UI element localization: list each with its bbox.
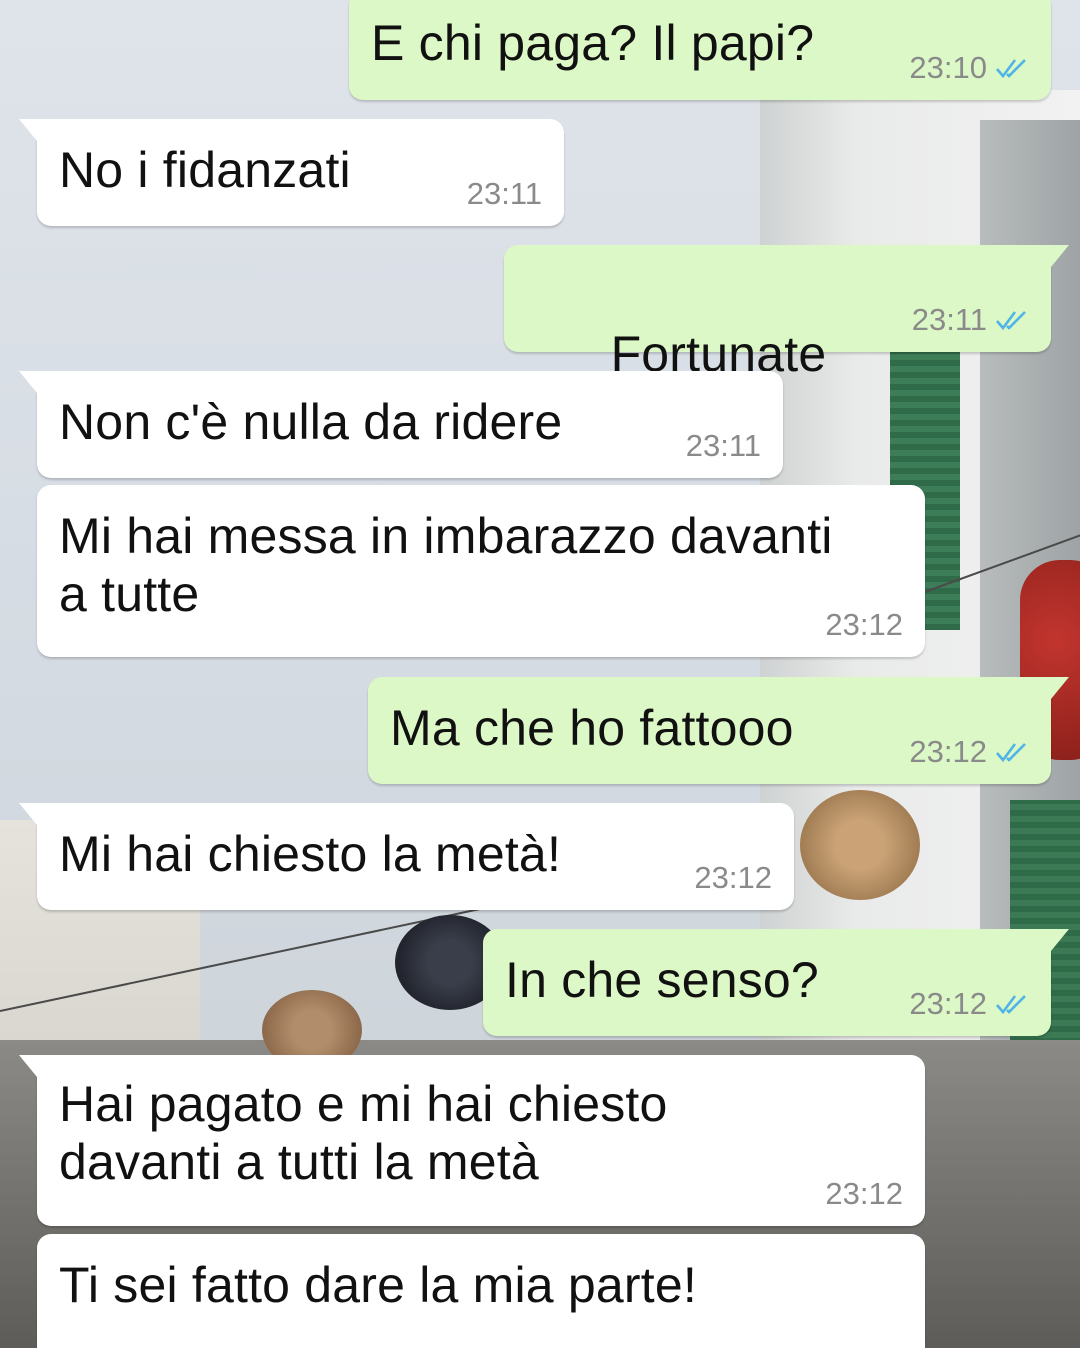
message-bubble-incoming[interactable]: Non c'è nulla da ridere 23:11 xyxy=(19,371,783,478)
message-time: 23:12 xyxy=(909,986,987,1021)
message-time: 23:11 xyxy=(466,176,542,211)
message-text: Non c'è nulla da ridere xyxy=(59,394,563,450)
message-time: 23:11 xyxy=(685,428,761,463)
message-bubble-incoming[interactable]: Hai pagato e mi hai chiesto davanti a tu… xyxy=(19,1055,925,1226)
message-text: Ma che ho fattooo xyxy=(390,700,794,756)
message-time: 23:10 xyxy=(909,50,987,85)
read-ticks-icon xyxy=(996,59,1026,79)
message-time: 23:12 xyxy=(825,1176,903,1211)
message-text: No i fidanzati xyxy=(59,142,351,198)
message-text: E chi paga? Il papi? xyxy=(371,15,815,71)
message-text: Hai pagato e mi hai chiesto davanti a tu… xyxy=(59,1076,668,1190)
message-bubble-outgoing[interactable]: Ma che ho fattooo 23:12 xyxy=(368,677,1069,784)
message-time: 23:12 xyxy=(694,860,772,895)
message-bubble-incoming[interactable]: Ti sei fatto dare la mia parte! xyxy=(37,1234,925,1348)
message-meta: 23:12 xyxy=(909,734,1029,770)
message-text: Mi hai messa in imbarazzo davanti a tutt… xyxy=(59,508,833,622)
message-meta: 23:11 xyxy=(467,176,542,212)
message-bubble-incoming[interactable]: Mi hai messa in imbarazzo davanti a tutt… xyxy=(37,485,925,657)
message-meta: 23:12 xyxy=(694,860,772,896)
message-text: In che senso? xyxy=(505,952,819,1008)
read-ticks-icon xyxy=(996,995,1026,1015)
message-bubble-outgoing[interactable]: E chi paga? Il papi? 23:10 xyxy=(349,0,1051,100)
message-bubble-outgoing[interactable]: In che senso? 23:12 xyxy=(483,929,1069,1036)
message-time: 23:12 xyxy=(825,607,903,642)
read-ticks-icon xyxy=(996,743,1026,763)
message-text: Ti sei fatto dare la mia parte! xyxy=(59,1257,697,1313)
message-bubble-outgoing[interactable]: Fortunate 23:11 xyxy=(504,245,1069,437)
message-bubble-incoming[interactable]: Mi hai chiesto la metà! 23:12 xyxy=(19,803,794,910)
message-text: Mi hai chiesto la metà! xyxy=(59,826,562,882)
message-meta: 23:11 xyxy=(686,428,761,464)
message-meta: 23:11 xyxy=(912,302,1029,338)
conversation[interactable]: E chi paga? Il papi? 23:10 No i fidanzat… xyxy=(0,0,1080,1348)
message-time: 23:11 xyxy=(911,302,987,337)
message-meta: 23:12 xyxy=(825,607,903,643)
message-meta: 23:12 xyxy=(909,986,1029,1022)
message-bubble-incoming[interactable]: No i fidanzati 23:11 xyxy=(19,119,564,226)
message-time: 23:12 xyxy=(909,734,987,769)
message-meta: 23:10 xyxy=(909,50,1029,86)
read-ticks-icon xyxy=(996,311,1026,331)
message-meta: 23:12 xyxy=(825,1176,903,1212)
